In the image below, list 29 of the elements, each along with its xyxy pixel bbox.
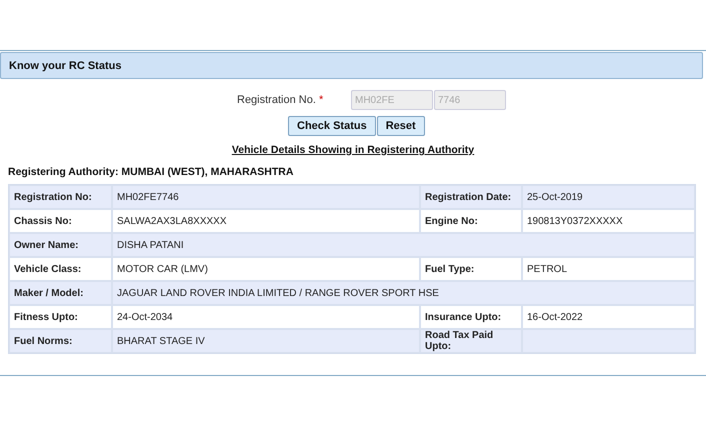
details-link[interactable]: Vehicle Details Showing in Registering Authority <box>232 144 474 156</box>
table-cell: Insurance Upto: <box>420 305 522 329</box>
table-cell: Registration No: <box>9 185 112 209</box>
table-cell: Chassis No: <box>9 209 112 233</box>
table-cell: MH02FE7746 <box>112 185 420 209</box>
table-cell: Owner Name: <box>9 233 112 257</box>
table-cell: BHARAT STAGE IV <box>112 329 420 353</box>
table-cell: DISHA PATANI <box>112 233 695 257</box>
table-cell: 190813Y0372XXXXX <box>522 209 695 233</box>
panel-title: Know your RC Status <box>0 52 703 79</box>
table-cell: 24-Oct-2034 <box>112 305 420 329</box>
table-cell: 25-Oct-2019 <box>522 185 695 209</box>
table-cell: Registration Date: <box>420 185 522 209</box>
table-cell: Fitness Upto: <box>9 305 112 329</box>
check-status-button[interactable]: Check Status <box>288 116 376 136</box>
table-cell: JAGUAR LAND ROVER INDIA LIMITED / RANGE ROVER SPORT HSE <box>112 281 695 305</box>
table-cell: Fuel Norms: <box>9 329 112 353</box>
field-label: Registration No. * <box>237 94 324 106</box>
table-cell: Maker / Model: <box>9 281 112 305</box>
table-cell: Fuel Type: <box>420 257 522 281</box>
table-cell: Vehicle Class: <box>9 257 112 281</box>
table-cell: SALWA2AX3LA8XXXXX <box>112 209 420 233</box>
reset-button[interactable]: Reset <box>376 116 425 136</box>
table-cell: Engine No: <box>420 209 522 233</box>
table-cell: PETROL <box>522 257 695 281</box>
table-cell: 16-Oct-2022 <box>522 305 695 329</box>
authority-text: Registering Authority: MUMBAI (WEST), MAHARASHTRA <box>8 166 294 178</box>
table-cell: MOTOR CAR (LMV) <box>112 257 420 281</box>
table-cell: Road Tax Paid Upto: <box>420 329 522 353</box>
